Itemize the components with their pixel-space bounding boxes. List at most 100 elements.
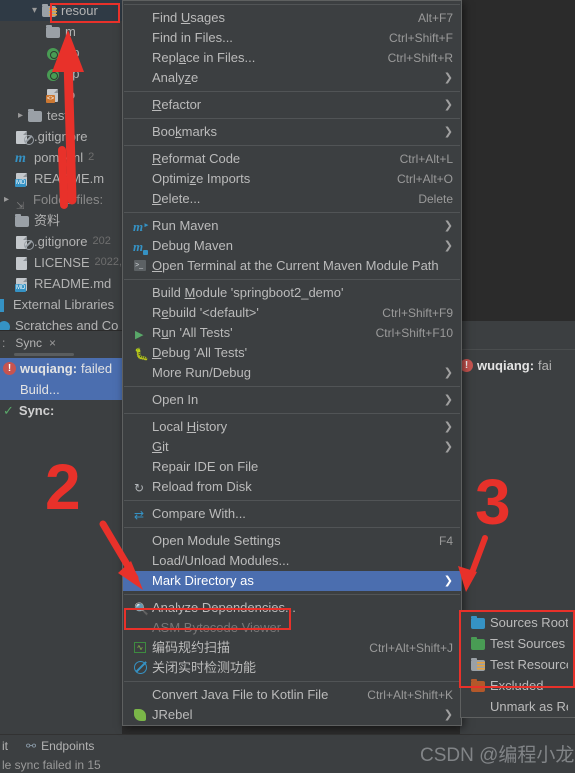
sync-row-build[interactable]: Build...: [0, 379, 122, 400]
menu-item-label: Debug Maven: [152, 238, 233, 253]
menu-item-disable-realtime-inspection[interactable]: 关闭实时检测功能: [123, 658, 461, 678]
tree-item-license[interactable]: LICENSE 2022,: [0, 252, 122, 273]
menu-item-label: JRebel: [152, 707, 193, 722]
tab-sync[interactable]: Sync: [15, 336, 42, 350]
xml-file-icon: <>: [45, 87, 62, 103]
submenu-item-test-resources-root[interactable]: Test Resources: [461, 654, 575, 675]
menu-item-analyze-dependencies[interactable]: 🔍 Analyze Dependencies...: [123, 598, 461, 618]
tree-item-gitignore-inner[interactable]: .gitignore: [0, 126, 122, 147]
menu-icon-none: [470, 699, 488, 715]
license-icon: [14, 255, 31, 271]
menu-item-label: Local History: [152, 419, 228, 434]
menu-item-find-usages[interactable]: Find Usages Alt+F7: [123, 8, 461, 28]
tree-item-resources[interactable]: ▾ resour: [0, 0, 122, 21]
menu-item-delete[interactable]: Delete... Delete: [123, 189, 461, 209]
test-resources-root-icon: [470, 657, 488, 673]
menu-item-reformat-code[interactable]: Reformat Code Ctrl+Alt+L: [123, 149, 461, 169]
menu-item-label: Replace in Files...: [152, 50, 256, 65]
menu-item-label: Rebuild '<default>': [152, 305, 259, 320]
submenu-item-test-sources-root[interactable]: Test Sources R: [461, 633, 575, 654]
menu-item-reload-from-disk[interactable]: ↻ Reload from Disk: [123, 477, 461, 497]
sync-row-sync[interactable]: ✓ Sync:: [0, 400, 122, 421]
menu-icon-none: [132, 285, 150, 301]
menu-item-convert-java-to-kotlin[interactable]: Convert Java File to Kotlin File Ctrl+Al…: [123, 685, 461, 705]
menu-icon-none: [132, 459, 150, 475]
right-build-status-row[interactable]: ! wuqiang: fai: [460, 349, 575, 380]
tree-item-pom-xml[interactable]: m pom.xml 2: [0, 147, 122, 168]
menu-item-label: Analyze Dependencies...: [152, 600, 296, 615]
menu-icon-none: [132, 30, 150, 46]
tree-item-test[interactable]: ▸ test: [0, 105, 122, 126]
folded-files-icon: ⇲: [16, 200, 25, 212]
menu-item-label: Open In: [152, 392, 199, 407]
menu-item-debug-all-tests[interactable]: 🐛 Debug 'All Tests': [123, 343, 461, 363]
chevron-right-icon: ❯: [443, 99, 453, 111]
submenu-item-excluded[interactable]: Excluded: [461, 675, 575, 696]
menu-item-build-module[interactable]: Build Module 'springboot2_demo': [123, 283, 461, 303]
endpoints-row[interactable]: it ⚯ Endpoints: [0, 735, 94, 756]
tree-item-readme-inner[interactable]: MD README.m: [0, 168, 122, 189]
mark-directory-as-submenu[interactable]: Sources Root Test Sources R Test Resourc…: [460, 611, 575, 718]
tree-item-ziliao[interactable]: 资料: [0, 210, 122, 231]
menu-item-run-all-tests[interactable]: ▶ Run 'All Tests' Ctrl+Shift+F10: [123, 323, 461, 343]
menu-item-more-run-debug[interactable]: More Run/Debug ❯: [123, 363, 461, 383]
menu-item-find-in-files[interactable]: Find in Files... Ctrl+Shift+F: [123, 28, 461, 48]
sync-tab-row[interactable]: : Sync ×: [0, 330, 122, 354]
menu-item-optimize-imports[interactable]: Optimize Imports Ctrl+Alt+O: [123, 169, 461, 189]
menu-item-label: Find Usages: [152, 10, 225, 25]
tree-item-folded-files[interactable]: ▸ ⇲ Folded files:: [0, 189, 122, 212]
chevron-right-icon[interactable]: ▸: [14, 105, 27, 126]
menu-item-git[interactable]: Git ❯: [123, 437, 461, 457]
terminal-icon: >_: [132, 258, 150, 274]
tree-item-mapper[interactable]: m: [0, 21, 122, 42]
tree-item-application-yml-1[interactable]: ap: [0, 42, 122, 63]
close-icon[interactable]: ×: [49, 336, 56, 350]
menu-item-debug-maven[interactable]: m Debug Maven ❯: [123, 236, 461, 256]
tree-item-label: pom.xml: [34, 150, 84, 165]
right-build-state: fai: [538, 357, 552, 373]
menu-item-load-unload-modules[interactable]: Load/Unload Modules...: [123, 551, 461, 571]
context-menu[interactable]: Find Usages Alt+F7 Find in Files... Ctrl…: [122, 0, 462, 726]
tree-item-logback-xml[interactable]: <> lo: [0, 84, 122, 105]
submenu-item-sources-root[interactable]: Sources Root: [461, 612, 575, 633]
menu-item-analyze[interactable]: Analyze ❯: [123, 68, 461, 88]
menu-item-jrebel[interactable]: JRebel ❯: [123, 705, 461, 725]
menu-item-mark-directory-as[interactable]: Mark Directory as ❯: [123, 571, 461, 591]
menu-item-shortcut: Ctrl+Shift+F: [388, 31, 453, 45]
tree-item-date: 202: [92, 235, 111, 247]
submenu-item-unmark-as-resources-root[interactable]: Unmark as Res: [461, 696, 575, 717]
menu-item-run-maven[interactable]: m Run Maven ❯: [123, 215, 461, 236]
menu-item-bookmarks[interactable]: Bookmarks ❯: [123, 122, 461, 142]
menu-item-open-terminal[interactable]: >_ Open Terminal at the Current Maven Mo…: [123, 256, 461, 276]
menu-item-label: Reformat Code: [152, 151, 241, 166]
menu-item-repair-ide[interactable]: Repair IDE on File: [123, 457, 461, 477]
menu-item-rebuild[interactable]: Rebuild '<default>' Ctrl+Shift+F9: [123, 303, 461, 323]
analyze-dependencies-icon: 🔍: [134, 602, 149, 616]
tree-item-gitignore-root[interactable]: .gitignore 202: [0, 231, 122, 252]
folder-icon: [27, 108, 44, 124]
menu-item-label: 关闭实时检测功能: [152, 660, 257, 675]
error-icon: !: [3, 362, 16, 375]
tree-item-readme-root[interactable]: MD README.md: [0, 273, 122, 294]
menu-item-label: Open Module Settings: [152, 533, 281, 548]
menu-item-open-module-settings[interactable]: Open Module Settings F4: [123, 531, 461, 551]
menu-item-compare-with[interactable]: ⇄ Compare With...: [123, 504, 461, 524]
sync-scrollbar[interactable]: [14, 353, 74, 356]
menu-item-replace-in-files[interactable]: Replace in Files... Ctrl+Shift+R: [123, 48, 461, 68]
chevron-right-icon: ❯: [443, 394, 453, 406]
menu-item-local-history[interactable]: Local History ❯: [123, 417, 461, 437]
sync-row-failed[interactable]: ! wuqiang: failed: [0, 358, 122, 379]
success-icon: ✓: [3, 403, 14, 418]
menu-item-open-in[interactable]: Open In ❯: [123, 390, 461, 410]
menu-item-refactor[interactable]: Refactor ❯: [123, 95, 461, 115]
submenu-item-label: Unmark as Res: [490, 699, 568, 714]
chevron-down-icon[interactable]: ▾: [28, 0, 41, 21]
tree-item-external-libraries[interactable]: External Libraries: [0, 294, 122, 315]
endpoints-label[interactable]: Endpoints: [41, 739, 94, 753]
chevron-right-icon[interactable]: ▸: [0, 189, 13, 210]
menu-icon-none: [132, 10, 150, 26]
tree-item-date: 2: [88, 151, 95, 163]
tree-item-application-yml-2[interactable]: ap: [0, 63, 122, 84]
sync-tool-window[interactable]: : Sync × ! wuqiang: failed Build... ✓ Sy…: [0, 330, 122, 421]
menu-item-code-scan[interactable]: ∿ 编码规约扫描 Ctrl+Alt+Shift+J: [123, 638, 461, 658]
